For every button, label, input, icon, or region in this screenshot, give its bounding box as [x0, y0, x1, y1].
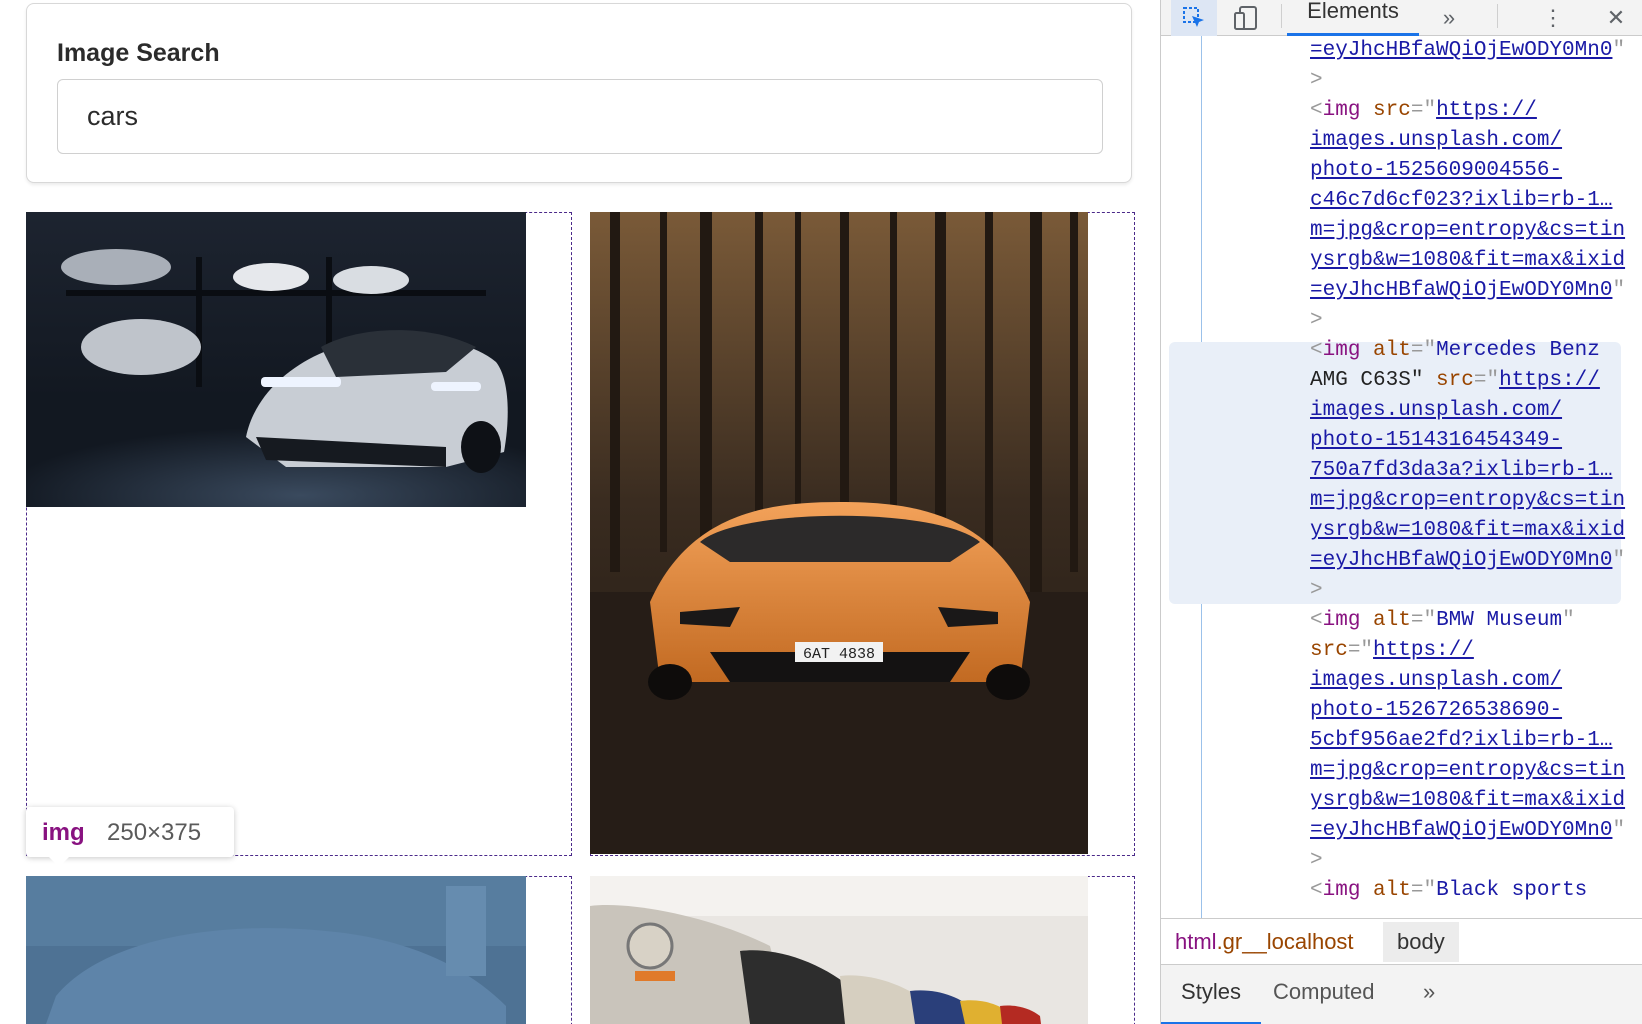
- dom-line[interactable]: <img src="https://: [1310, 96, 1537, 126]
- toolbar-divider: [1281, 4, 1282, 28]
- cursor-select-icon: [1183, 7, 1204, 27]
- search-label: Image Search: [57, 39, 220, 67]
- breadcrumb-html-class: .gr__localhost: [1216, 929, 1354, 954]
- dom-line[interactable]: m=jpg&crop=entropy&cs=tin: [1310, 216, 1625, 246]
- dom-line[interactable]: <img alt="BMW Museum": [1310, 606, 1575, 636]
- breadcrumb-html-tag: html: [1175, 929, 1217, 954]
- dom-line[interactable]: ysrgb&w=1080&fit=max&ixid: [1310, 246, 1625, 276]
- dom-line[interactable]: m=jpg&crop=entropy&cs=tin: [1310, 756, 1625, 786]
- dom-line[interactable]: 750a7fd3da3a?ixlib=rb-1…: [1310, 456, 1612, 486]
- car-photo-1[interactable]: [26, 212, 526, 507]
- close-icon[interactable]: ✕: [1596, 0, 1636, 36]
- more-tabs-button[interactable]: »: [1429, 0, 1469, 36]
- tooltip-tag: img: [42, 819, 85, 846]
- dom-line[interactable]: images.unsplash.com/: [1310, 396, 1562, 426]
- dom-line[interactable]: <img alt="Mercedes Benz: [1310, 336, 1600, 366]
- dom-line[interactable]: AMG C63S" src="https://: [1310, 366, 1600, 396]
- search-input[interactable]: [57, 79, 1103, 154]
- dom-line[interactable]: c46c7d6cf023?ixlib=rb-1…: [1310, 186, 1612, 216]
- inspect-tooltip: img 250×375: [26, 807, 234, 867]
- dom-breadcrumb: html.gr__localhost body: [1161, 918, 1642, 964]
- dom-line[interactable]: src="https://: [1310, 636, 1474, 666]
- inspect-element-button[interactable]: [1171, 0, 1217, 36]
- device-icon: [1234, 6, 1257, 30]
- tab-elements[interactable]: Elements: [1287, 0, 1419, 36]
- styles-more-tabs-button[interactable]: »: [1423, 965, 1435, 1024]
- breadcrumb-html[interactable]: html.gr__localhost: [1175, 929, 1354, 955]
- kebab-menu-icon[interactable]: ⋮: [1538, 0, 1568, 36]
- dom-line[interactable]: 5cbf956ae2fd?ixlib=rb-1…: [1310, 726, 1612, 756]
- dom-line[interactable]: >: [1310, 66, 1323, 96]
- search-card: Image Search: [26, 3, 1132, 183]
- highlight-overlay: [26, 876, 526, 1024]
- dom-line[interactable]: ysrgb&w=1080&fit=max&ixid: [1310, 786, 1625, 816]
- dom-line[interactable]: ysrgb&w=1080&fit=max&ixid: [1310, 516, 1625, 546]
- dom-tree: =eyJhcHBfaWQiOjEwODY0Mn0" > <img src="http…: [1161, 36, 1642, 918]
- tab-computed[interactable]: Computed: [1273, 965, 1375, 1024]
- dom-line[interactable]: m=jpg&crop=entropy&cs=tin: [1310, 486, 1625, 516]
- tooltip-dimensions: 250×375: [107, 819, 202, 846]
- toolbar-divider: [1497, 4, 1498, 28]
- devtools-toolbar: Elements » ⋮ ✕: [1161, 0, 1642, 36]
- dom-line[interactable]: =eyJhcHBfaWQiOjEwODY0Mn0": [1310, 276, 1625, 306]
- dom-line[interactable]: =eyJhcHBfaWQiOjEwODY0Mn0": [1310, 36, 1625, 66]
- svg-text:6AT 4838: 6AT 4838: [803, 646, 875, 663]
- dom-line[interactable]: >: [1310, 576, 1323, 606]
- dom-line[interactable]: photo-1526726538690-: [1310, 696, 1562, 726]
- devtools-panel: Elements » ⋮ ✕ =eyJhcHBfaWQiOjEwODY0Mn0"…: [1160, 0, 1642, 1024]
- breadcrumb-body[interactable]: body: [1383, 922, 1459, 962]
- dom-line[interactable]: <img alt="Black sports: [1310, 876, 1587, 906]
- dom-line[interactable]: >: [1310, 846, 1323, 876]
- styles-tabbar: Styles Computed »: [1161, 964, 1642, 1024]
- car-photo-2[interactable]: 6AT 4838: [590, 212, 1088, 854]
- page-content: Image Search cars 6AT 4838 img 250×375: [0, 0, 1160, 1024]
- dom-line[interactable]: =eyJhcHBfaWQiOjEwODY0Mn0": [1310, 546, 1625, 576]
- tab-styles[interactable]: Styles: [1161, 965, 1261, 1024]
- dom-line[interactable]: images.unsplash.com/: [1310, 126, 1562, 156]
- device-toolbar-button[interactable]: [1223, 0, 1269, 36]
- dom-line[interactable]: photo-1525609004556-: [1310, 156, 1562, 186]
- dom-line[interactable]: >: [1310, 306, 1323, 336]
- dom-line[interactable]: photo-1514316454349-: [1310, 426, 1562, 456]
- car-photo-4[interactable]: [590, 876, 1088, 1024]
- dom-line[interactable]: =eyJhcHBfaWQiOjEwODY0Mn0": [1310, 816, 1625, 846]
- dom-line[interactable]: images.unsplash.com/: [1310, 666, 1562, 696]
